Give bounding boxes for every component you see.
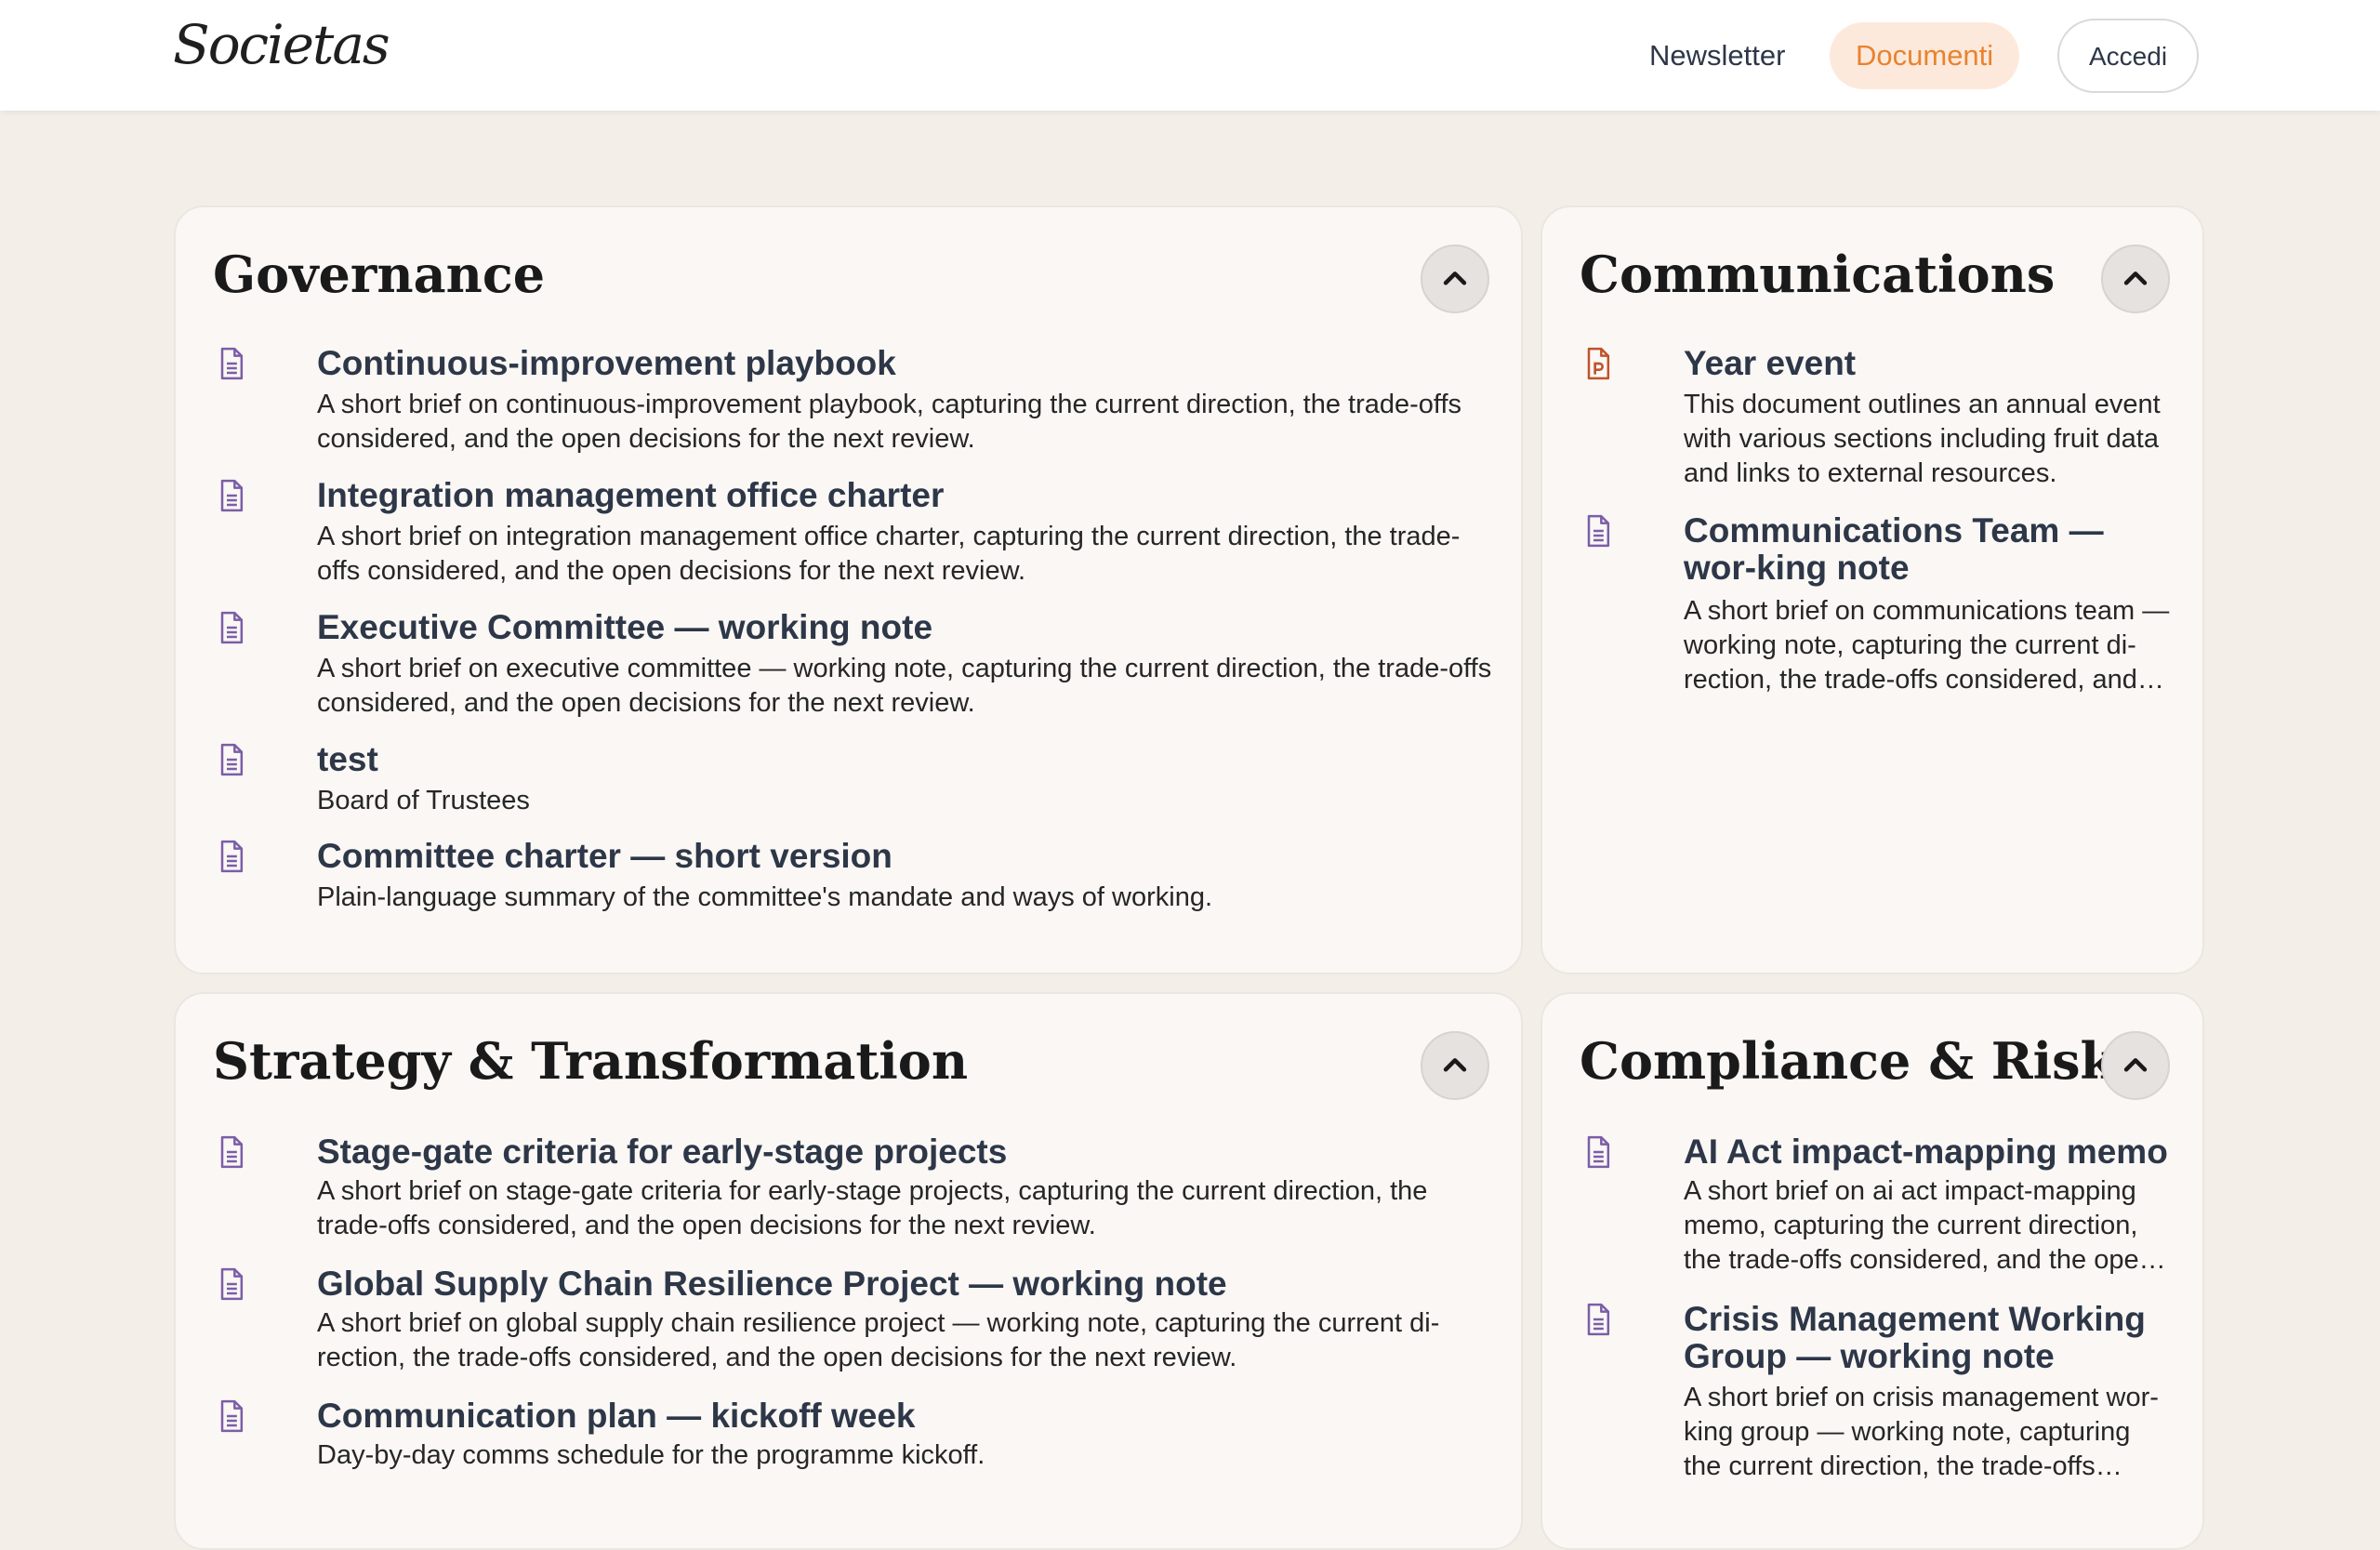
section-title: Communications [1580,245,2056,304]
document-title[interactable]: Executive Committee — working note [317,609,1493,646]
collapse-button[interactable] [1421,245,1489,313]
document-description: Board of Trustees [317,786,530,815]
list-item[interactable]: Communication plan — kickoff week Day-by… [213,1398,1493,1476]
document-description: A short brief on ai act impact-mapping m… [1684,1176,2166,1275]
list-item[interactable]: Stage-gate criteria for early-stage proj… [213,1133,1493,1245]
accedi-button[interactable]: Accedi [2057,19,2200,93]
list-item[interactable]: Crisis Management Working Group — workin… [1580,1301,2175,1505]
document-title[interactable]: Stage-gate criteria for early-stage proj… [317,1133,1493,1171]
nav-documenti-link[interactable]: Documenti [1830,22,2020,89]
list-item[interactable]: Committee charter — short version Plain-… [213,838,1493,916]
document-icon [220,1399,244,1433]
document-title[interactable]: Communications Team — wor-king note [1684,512,2175,587]
document-description: Plain-language summary of the committee'… [317,882,1213,912]
document-icon [1587,1135,1610,1169]
section-card-governance: Governance Continuous-improvement playbo… [174,205,1523,974]
document-icon [220,347,244,380]
document-description: A short brief on continuous-improvement … [317,390,1462,454]
chevron-up-icon [2123,1058,2148,1072]
document-icon [220,479,244,512]
chevron-up-icon [1443,272,1467,285]
document-title[interactable]: Integration management office charter [317,477,1493,514]
list-item[interactable]: Communications Team — wor-king note A sh… [1580,512,2175,698]
list-item[interactable]: Integration management office charter A … [213,477,1493,589]
document-title[interactable]: Communication plan — kickoff week [317,1398,1493,1435]
document-icon [220,840,244,873]
chevron-up-icon [2123,272,2148,285]
document-title[interactable]: AI Act impact-mapping memo [1684,1133,2175,1171]
document-title[interactable]: test [317,741,1493,778]
document-description: A short brief on executive committee — w… [317,654,1492,718]
document-icon [220,1267,244,1301]
document-description: A short brief on global supply chain res… [317,1308,1440,1372]
list-item[interactable]: Executive Committee — working note A sho… [213,609,1493,721]
section-card-communications: Communications Year event This document … [1540,205,2204,974]
document-title[interactable]: Crisis Management Working Group — workin… [1684,1301,2175,1375]
section-title: Strategy & Transformation [213,1031,969,1091]
chevron-up-icon [1443,1058,1467,1072]
document-title[interactable]: Continuous-improvement playbook [317,345,1493,382]
document-title[interactable]: Committee charter — short version [317,838,1493,875]
societas-logo[interactable]: Societas [173,13,390,76]
document-icon [220,1135,244,1169]
document-description: This document outlines an annual event w… [1684,390,2161,488]
document-description: A short brief on integration management … [317,522,1461,586]
list-item[interactable]: Continuous-improvement playbook A short … [213,345,1493,457]
document-description: Day-by-day comms schedule for the progra… [317,1440,985,1470]
document-icon [1587,514,1610,548]
document-icon [220,611,244,644]
presentation-icon [1587,347,1610,380]
list-item[interactable]: Global Supply Chain Resilience Project —… [213,1265,1493,1377]
section-card-strategy-transformation: Strategy & Transformation Stage-gate cri… [174,992,1523,1550]
document-icon [220,743,244,776]
section-title: Compliance & Risk [1580,1031,2115,1091]
section-title: Governance [213,245,546,304]
collapse-button[interactable] [1421,1031,1489,1100]
document-icon [1587,1303,1610,1336]
nav-newsletter-link[interactable]: Newsletter [1623,22,1811,89]
document-title[interactable]: Year event [1684,345,2175,382]
list-item[interactable]: AI Act impact-mapping memo A short brief… [1580,1133,2175,1282]
collapse-button[interactable] [2101,245,2170,313]
document-description: A short brief on communications team — w… [1684,596,2170,695]
document-description: A short brief on stage-gate criteria for… [317,1176,1428,1240]
section-card-compliance-risk: Compliance & Risk AI Act impact-mapping … [1540,992,2204,1550]
collapse-button[interactable] [2101,1031,2170,1100]
document-title[interactable]: Global Supply Chain Resilience Project —… [317,1265,1493,1303]
list-item[interactable]: Year event This document outlines an ann… [1580,345,2175,494]
top-navigation-bar: Societas Newsletter Documenti Accedi [0,0,2380,111]
document-description: A short brief on crisis management wor-k… [1684,1383,2159,1481]
list-item[interactable]: test Board of Trustees [213,741,1493,819]
